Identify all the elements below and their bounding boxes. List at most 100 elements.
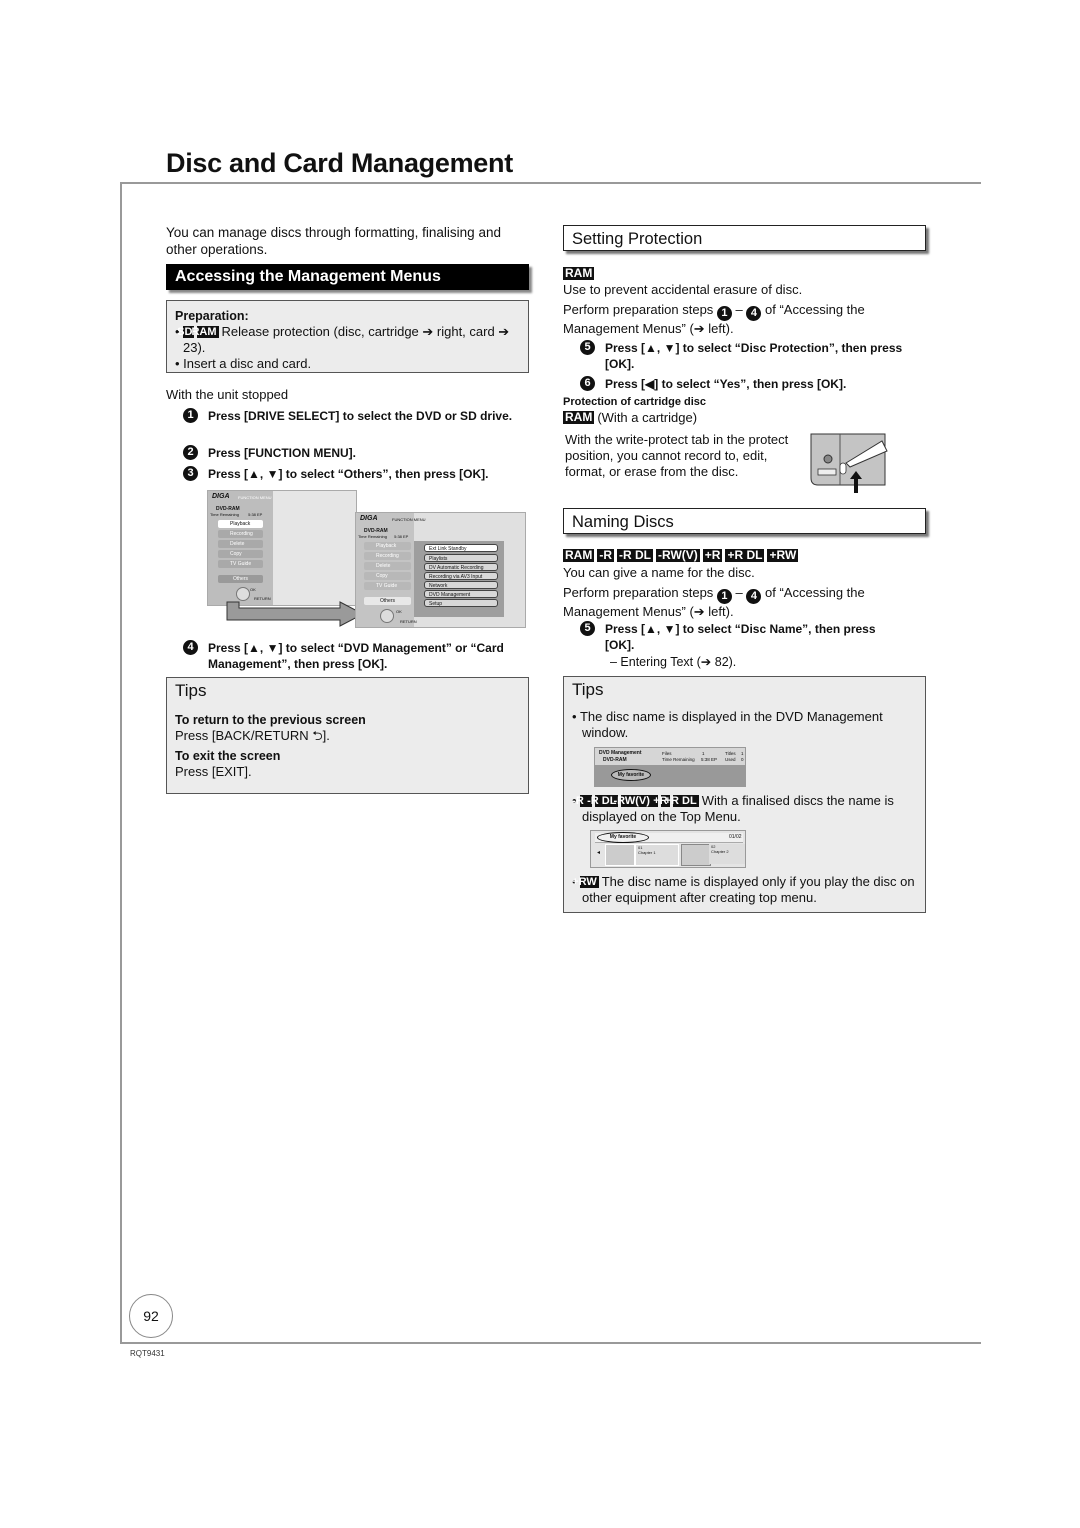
tip-bullet: • -R-R DL-RW(V)+R+R DLWith a finalised d… — [572, 793, 894, 824]
step-number: 4 — [746, 589, 762, 604]
step-4: 4 Press [▲, ▼] to select “DVD Management… — [183, 640, 533, 672]
menu-item-copy: Copy — [218, 550, 263, 558]
preparation-heading: Preparation: — [175, 309, 249, 323]
tag-rw-v: -RW(V) — [656, 548, 700, 562]
tip-bullet: • +RWThe disc name is displayed only if … — [572, 874, 915, 905]
screen-time-remaining: Time Remaining 5:38 EP — [358, 534, 409, 539]
tag-plus-r-dl: +R DL — [725, 548, 765, 562]
step-number: 3 — [183, 466, 198, 481]
tips-box-left: Tips To return to the previous screen Pr… — [166, 677, 529, 794]
cartridge-note: RAM (With a cartridge) — [563, 410, 698, 425]
step-2: 2 Press [FUNCTION MENU]. — [183, 445, 518, 461]
step-text: Press [▲, ▼] to select “Others”, then pr… — [208, 467, 489, 481]
step-1: 1 Press [DRIVE SELECT] to select the DVD… — [183, 408, 518, 424]
tip-text: Press [BACK/RETURN ⮌]. — [175, 728, 330, 743]
function-menu-screen-1: DIGA FUNCTION MENU DVD-RAM Time Remainin… — [207, 490, 357, 606]
document-code: RQT9431 — [130, 1349, 165, 1358]
remote-dial-icon — [236, 587, 250, 601]
step-text: Press [FUNCTION MENU]. — [208, 446, 357, 460]
preparation-box: Preparation: • SDRAMRelease protection (… — [166, 300, 529, 373]
disc-type-tags: RAM -R -R DL -RW(V) +R +R DL +RW — [563, 547, 801, 565]
tag-plus-r-dl: +R DL — [664, 795, 699, 807]
disc-name-highlight: My favorite — [611, 769, 651, 781]
cartridge-heading: Protection of cartridge disc — [563, 396, 707, 408]
preparation-item: • SDRAMRelease protection (disc, cartrid… — [175, 324, 520, 356]
step-text: Press [▲, ▼] to select “DVD Management” … — [208, 641, 504, 671]
disc-type-tags: RAM — [563, 265, 597, 283]
protection-perform: Perform preparation steps 1 – 4 of “Acce… — [563, 302, 865, 336]
screen-menu-title: FUNCTION MENU — [392, 517, 426, 522]
submenu-item: Playlists — [424, 554, 498, 562]
disc-name-highlight: My favorite — [597, 832, 649, 843]
step-number: 4 — [183, 640, 198, 655]
ok-hint: OK — [396, 609, 402, 614]
with-unit-stopped: With the unit stopped — [166, 387, 289, 402]
step-number: 1 — [183, 408, 198, 423]
screen-menu-title: FUNCTION MENU — [238, 495, 272, 500]
menu-item-others: Others — [218, 575, 263, 583]
naming-step-5: 5 Press [▲, ▼] to select “Disc Name”, th… — [580, 621, 905, 653]
page-number: 92 — [129, 1294, 173, 1338]
cartridge-text: With the write-protect tab in the protec… — [565, 432, 789, 479]
step-text: Press [◀] to select “Yes”, then press [O… — [605, 377, 847, 391]
step-number: 5 — [580, 621, 595, 636]
tag-plus-rw: +RW — [572, 876, 599, 888]
menu-item-playback: Playback — [364, 542, 411, 550]
arrow-icon — [226, 601, 365, 627]
tips-box-right: Tips • The disc name is displayed in the… — [563, 676, 926, 913]
tag-plus-r: +R — [702, 548, 723, 562]
preparation-item-text: Release protection (disc, cartridge ➔ ri… — [183, 324, 510, 355]
naming-description: You can give a name for the disc. — [563, 565, 755, 580]
menu-item-delete: Delete — [218, 540, 263, 548]
tag-ram: RAM — [191, 326, 219, 338]
step-text: Press [▲, ▼] to select “Disc Protection”… — [605, 341, 903, 371]
step-number: 4 — [746, 306, 762, 321]
step-number: 2 — [183, 445, 198, 460]
menu-item-recording: Recording — [218, 530, 263, 538]
entering-text-ref: – Entering Text (➔ 82). — [610, 655, 737, 669]
return-hint: RETURN — [400, 619, 417, 624]
remote-dial-icon — [380, 609, 394, 623]
tag-r: -R — [597, 548, 614, 562]
step-number: 6 — [580, 376, 595, 391]
menu-item-others: Others — [364, 597, 411, 605]
menu-item-tv-guide: TV Guide — [218, 560, 263, 568]
step-number: 5 — [580, 340, 595, 355]
top-menu-thumbnail: My favorite 01/02 ◂ 01 Chapter 1 02 Chap… — [590, 830, 746, 868]
step-text: Press [▲, ▼] to select “Disc Name”, then… — [605, 622, 876, 652]
intro-text: You can manage discs through formatting,… — [166, 225, 501, 257]
protection-step-5: 5 Press [▲, ▼] to select “Disc Protectio… — [580, 340, 905, 372]
menu-item-recording: Recording — [364, 552, 411, 560]
tips-title: Tips — [572, 680, 604, 699]
ok-hint: OK — [250, 587, 256, 592]
section-heading-naming-discs: Naming Discs — [563, 508, 926, 534]
step-text: Press [DRIVE SELECT] to select the DVD o… — [208, 409, 513, 423]
function-menu-screen-2: DIGA FUNCTION MENU DVD-RAM Time Remainin… — [355, 512, 526, 628]
diga-logo: DIGA — [360, 515, 378, 522]
section-heading-accessing: Accessing the Management Menus — [166, 264, 529, 290]
others-submenu: Ext Link Standby Playlists DV Automatic … — [414, 541, 504, 617]
protection-step-6: 6 Press [◀] to select “Yes”, then press … — [580, 376, 905, 392]
tag-ram: RAM — [563, 266, 595, 280]
menu-item-tv-guide: TV Guide — [364, 582, 411, 590]
submenu-item: DVD Management — [424, 590, 498, 598]
step-3: 3 Press [▲, ▼] to select “Others”, then … — [183, 466, 528, 482]
step-number: 1 — [716, 306, 732, 321]
submenu-item: Ext Link Standby — [424, 544, 498, 552]
tip-heading: To exit the screen — [175, 749, 281, 763]
tips-title: Tips — [175, 681, 207, 700]
diga-logo: DIGA — [212, 493, 230, 500]
submenu-item: DV Automatic Recording — [424, 563, 498, 571]
protection-description: Use to prevent accidental erasure of dis… — [563, 282, 803, 297]
preparation-item-text: Insert a disc and card. — [183, 356, 312, 371]
tag-ram: RAM — [563, 548, 595, 562]
menu-item-copy: Copy — [364, 572, 411, 580]
tip-bullet: • The disc name is displayed in the DVD … — [572, 709, 883, 740]
tag-ram: RAM — [563, 410, 595, 424]
submenu-item: Network — [424, 581, 498, 589]
submenu-item: Setup — [424, 599, 498, 607]
preparation-item: • Insert a disc and card. — [175, 356, 312, 371]
dvd-management-window-thumbnail: DVD Management DVD-RAM Files 1 Titles 1 … — [594, 747, 746, 787]
menu-item-delete: Delete — [364, 562, 411, 570]
tip-text: Press [EXIT]. — [175, 764, 252, 779]
